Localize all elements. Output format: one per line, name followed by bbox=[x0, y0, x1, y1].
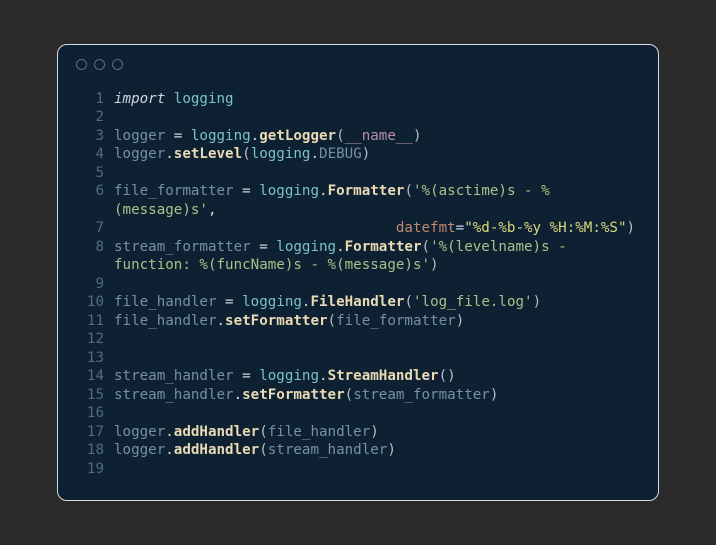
code-line: 18 logger.addHandler(stream_handler) bbox=[76, 441, 640, 460]
code-line: 2 bbox=[76, 108, 640, 127]
code-line: 8 stream_formatter = logging.Formatter('%… bbox=[76, 238, 640, 275]
line-number: 1 bbox=[76, 90, 104, 109]
code-line: 15 stream_handler.setFormatter(stream_for… bbox=[76, 386, 640, 405]
window-controls bbox=[76, 59, 640, 70]
code-line: 3 logger = logging.getLogger(__name__) bbox=[76, 127, 640, 146]
line-content: logger.addHandler(file_handler) bbox=[114, 423, 379, 442]
line-number: 5 bbox=[76, 164, 104, 183]
code-line: 13 bbox=[76, 349, 640, 368]
line-content: stream_handler = logging.StreamHandler() bbox=[114, 367, 456, 386]
line-content: file_handler = logging.FileHandler('log_… bbox=[114, 293, 541, 312]
code-line: 11 file_handler.setFormatter(file_formatt… bbox=[76, 312, 640, 331]
line-number: 9 bbox=[76, 275, 104, 294]
line-number: 7 bbox=[76, 219, 104, 238]
line-content: datefmt="%d-%b-%y %H:%M:%S") bbox=[114, 219, 635, 238]
line-number: 14 bbox=[76, 367, 104, 386]
line-number: 4 bbox=[76, 145, 104, 164]
line-number: 17 bbox=[76, 423, 104, 442]
code-line: 10 file_handler = logging.FileHandler('lo… bbox=[76, 293, 640, 312]
line-content: file_handler.setFormatter(file_formatter… bbox=[114, 312, 464, 331]
code-line: 19 bbox=[76, 460, 640, 479]
line-number: 18 bbox=[76, 441, 104, 460]
line-number: 19 bbox=[76, 460, 104, 479]
line-number: 16 bbox=[76, 404, 104, 423]
line-number: 6 bbox=[76, 182, 104, 219]
line-number: 2 bbox=[76, 108, 104, 127]
window-close-icon[interactable] bbox=[76, 59, 87, 70]
code-line: 5 bbox=[76, 164, 640, 183]
line-number: 15 bbox=[76, 386, 104, 405]
code-line: 1 import logging bbox=[76, 90, 640, 109]
code-line: 12 bbox=[76, 330, 640, 349]
window-minimize-icon[interactable] bbox=[94, 59, 105, 70]
line-number: 10 bbox=[76, 293, 104, 312]
code-line: 9 bbox=[76, 275, 640, 294]
window-maximize-icon[interactable] bbox=[112, 59, 123, 70]
code-line: 4 logger.setLevel(logging.DEBUG) bbox=[76, 145, 640, 164]
code-block: 1 import logging 23 logger = logging.getLog… bbox=[76, 90, 640, 479]
line-content: logger.addHandler(stream_handler) bbox=[114, 441, 396, 460]
code-line: 16 bbox=[76, 404, 640, 423]
line-content: stream_formatter = logging.Formatter('%(… bbox=[114, 238, 640, 275]
line-content: logger = logging.getLogger(__name__) bbox=[114, 127, 422, 146]
code-line: 6 file_formatter = logging.Formatter('%(a… bbox=[76, 182, 640, 219]
code-line: 17 logger.addHandler(file_handler) bbox=[76, 423, 640, 442]
line-content: logger.setLevel(logging.DEBUG) bbox=[114, 145, 370, 164]
code-line: 7 datefmt="%d-%b-%y %H:%M:%S") bbox=[76, 219, 640, 238]
line-number: 12 bbox=[76, 330, 104, 349]
line-number: 8 bbox=[76, 238, 104, 275]
line-number: 11 bbox=[76, 312, 104, 331]
code-window: 1 import logging 23 logger = logging.getLog… bbox=[57, 44, 659, 502]
line-content: file_formatter = logging.Formatter('%(as… bbox=[114, 182, 640, 219]
line-content: stream_handler.setFormatter(stream_forma… bbox=[114, 386, 498, 405]
line-number: 3 bbox=[76, 127, 104, 146]
code-line: 14 stream_handler = logging.StreamHandler… bbox=[76, 367, 640, 386]
line-number: 13 bbox=[76, 349, 104, 368]
line-content: import logging bbox=[114, 90, 234, 109]
